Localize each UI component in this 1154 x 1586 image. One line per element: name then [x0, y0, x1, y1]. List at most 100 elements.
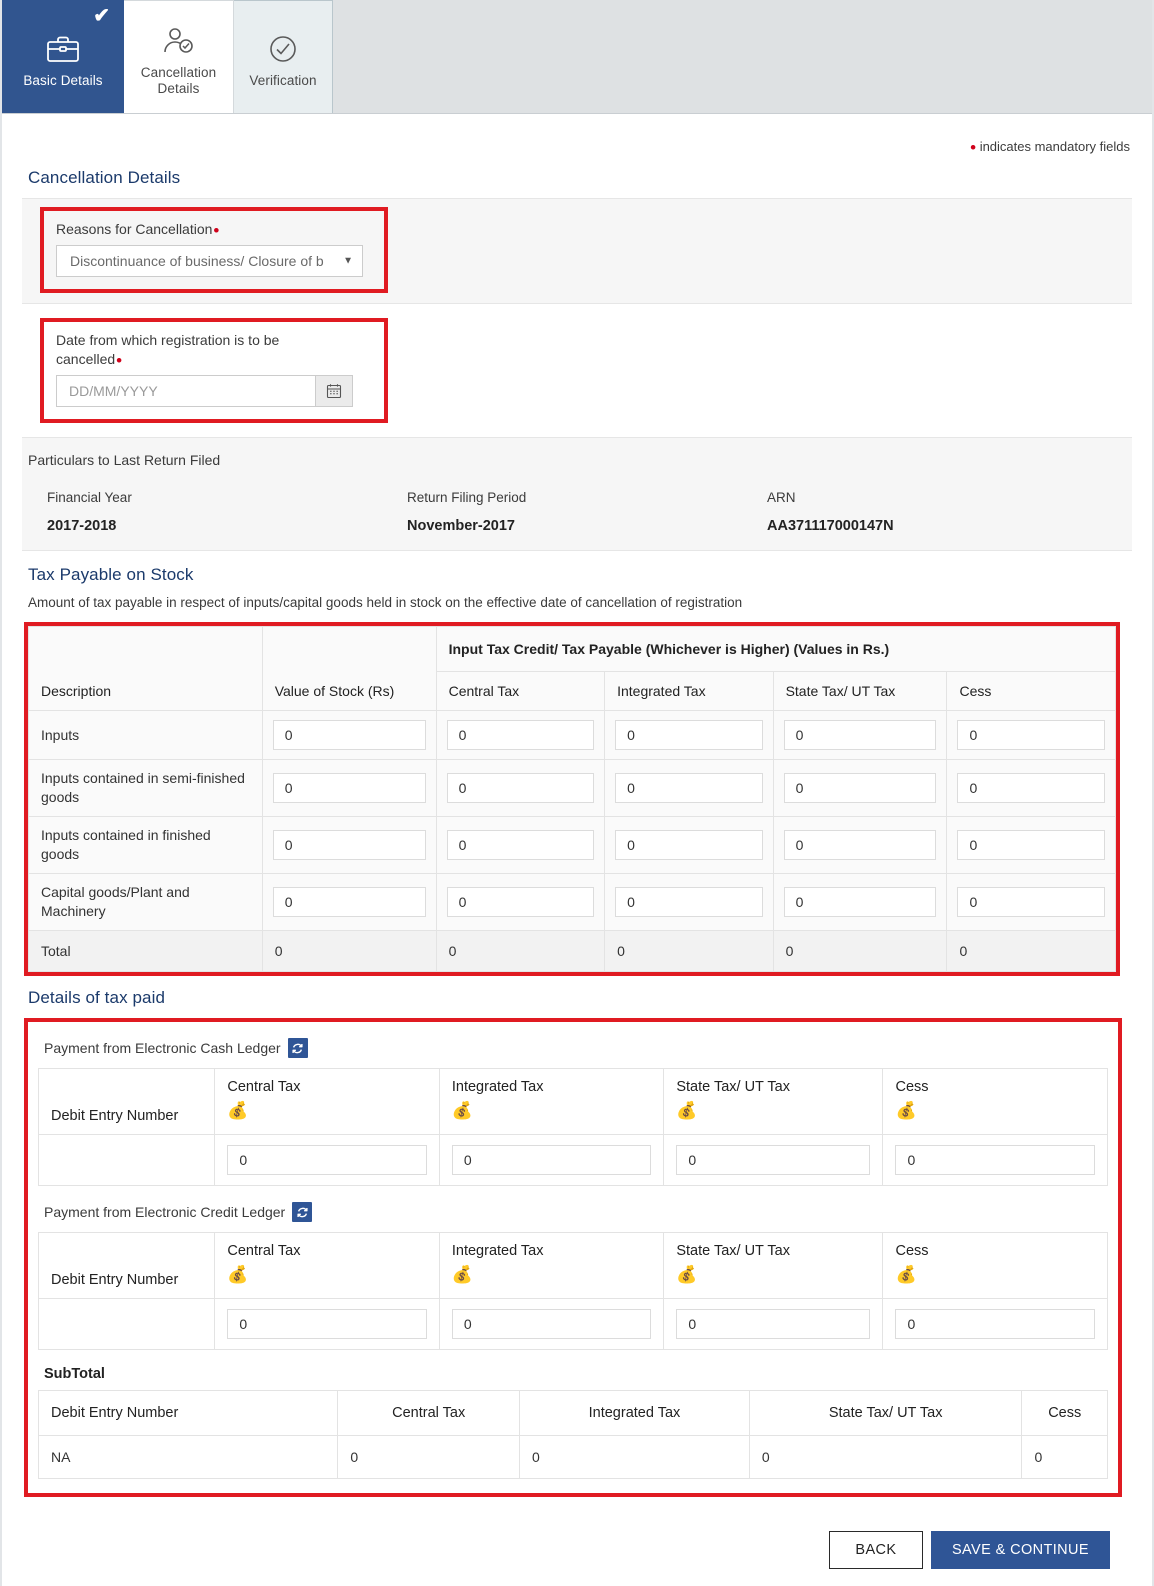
row-description: Inputs contained in finished goods — [28, 816, 263, 874]
form-actions: BACK SAVE & CONTINUE — [22, 1497, 1132, 1569]
col-central-tax-label: Central Tax — [227, 1079, 301, 1095]
state-tax-input[interactable] — [783, 720, 937, 750]
col-debit-entry-number: Debit Entry Number — [37, 1232, 216, 1299]
refresh-icon[interactable] — [292, 1202, 313, 1222]
cell-integrated-tax — [604, 710, 774, 760]
col-state-ut-tax-label: State Tax/ UT Tax — [676, 1079, 790, 1095]
cash-integrated-tax-input[interactable] — [451, 1145, 652, 1175]
state-tax-input[interactable] — [783, 773, 937, 803]
cell-central-tax — [435, 759, 606, 817]
cell-integrated-tax: 0 — [519, 1435, 750, 1479]
tab-basic-details[interactable]: ✔ Basic Details — [2, 0, 124, 113]
cell-value-of-stock — [261, 873, 437, 931]
credit-state-tax-input[interactable] — [676, 1309, 871, 1339]
cancel-date-label: Date from which registration is to be ca… — [56, 332, 280, 367]
particulars-grid: Financial Year 2017-2018 Return Filing P… — [22, 490, 1132, 534]
check-circle-icon — [267, 29, 299, 69]
integrated-tax-input[interactable] — [615, 773, 763, 803]
stock-value-input[interactable] — [272, 720, 426, 750]
integrated-tax-input[interactable] — [615, 720, 763, 750]
total-label: Total — [28, 930, 263, 972]
stock-value-input[interactable] — [272, 887, 426, 917]
col-state-ut-tax-label: State Tax/ UT Tax — [676, 1243, 790, 1259]
money-bag-icon: 💰 — [227, 1101, 249, 1120]
cancel-date-input[interactable] — [57, 376, 315, 406]
cell-value-of-stock — [261, 816, 437, 874]
particular-value: 2017-2018 — [47, 518, 117, 534]
credit-ledger-label: Payment from Electronic Credit Ledger — [44, 1204, 286, 1220]
cell-cess — [946, 710, 1116, 760]
save-and-continue-button[interactable]: SAVE & CONTINUE — [930, 1531, 1110, 1569]
col-central-tax: Central Tax 💰 — [214, 1068, 440, 1135]
tab-verification[interactable]: Verification — [234, 0, 333, 113]
central-tax-input[interactable] — [446, 830, 595, 860]
central-tax-input[interactable] — [446, 720, 595, 750]
cash-state-tax-input[interactable] — [676, 1145, 871, 1175]
money-bag-icon: 💰 — [451, 1101, 474, 1120]
col-cess: Cess 💰 — [882, 1068, 1108, 1135]
cash-central-tax-input[interactable] — [227, 1145, 427, 1175]
central-tax-input[interactable] — [446, 773, 595, 803]
cess-input[interactable] — [957, 887, 1105, 917]
reason-label: Reasons for Cancellation — [56, 221, 213, 237]
cess-input[interactable] — [957, 720, 1105, 750]
calendar-icon[interactable] — [315, 376, 352, 406]
cell-integrated-tax — [604, 816, 774, 874]
cell-value-of-stock — [261, 759, 437, 817]
particular-financial-year: Financial Year 2017-2018 — [47, 490, 407, 534]
table-header-row: Debit Entry Number Central Tax 💰 Integra… — [37, 1068, 1108, 1135]
stock-value-input[interactable] — [272, 830, 426, 860]
completed-check-icon: ✔ — [93, 5, 110, 27]
particular-label: Return Filing Period — [407, 490, 527, 505]
table-row: Inputs — [28, 710, 1116, 760]
cancel-date-field[interactable] — [56, 375, 353, 407]
col-state-ut-tax: State Tax/ UT Tax 💰 — [663, 1068, 884, 1135]
tax-payable-note: Amount of tax payable in respect of inpu… — [28, 595, 743, 610]
cell-cess: 0 — [1021, 1435, 1108, 1479]
cell-central-tax — [435, 816, 606, 874]
cell-debit-entry-number — [37, 1298, 216, 1350]
cell-state-ut-tax — [772, 873, 948, 931]
particular-label: ARN — [767, 490, 796, 505]
subtotal-table: Debit Entry Number Central Tax Integrate… — [37, 1390, 1108, 1479]
cell-state-ut-tax — [772, 816, 948, 874]
stock-value-input[interactable] — [272, 773, 426, 803]
subtotal-label: SubTotal — [44, 1366, 105, 1382]
table-row: NA 0 0 0 0 — [37, 1435, 1108, 1479]
total-central-tax: 0 — [435, 930, 606, 972]
cell-debit-entry-number: NA — [37, 1435, 339, 1479]
table-row — [37, 1298, 1108, 1350]
money-bag-icon: 💰 — [676, 1265, 698, 1284]
state-tax-input[interactable] — [783, 887, 937, 917]
tab-cancellation-details[interactable]: Cancellation Details — [124, 0, 234, 113]
cash-cess-input[interactable] — [895, 1145, 1095, 1175]
col-integrated-tax-label: Integrated Tax — [451, 1079, 544, 1095]
col-description: Description — [28, 626, 263, 711]
cash-ledger-label: Payment from Electronic Cash Ledger — [44, 1040, 281, 1056]
user-check-icon — [161, 21, 197, 61]
money-bag-icon: 💰 — [895, 1265, 917, 1284]
col-central-tax-label: Central Tax — [227, 1243, 301, 1259]
mandatory-fields-text: indicates mandatory fields — [979, 139, 1130, 154]
cess-input[interactable] — [957, 830, 1105, 860]
credit-integrated-tax-input[interactable] — [451, 1309, 652, 1339]
reason-select[interactable]: Discontinuance of business/ Closure of b… — [56, 245, 363, 277]
state-tax-input[interactable] — [783, 830, 937, 860]
money-bag-icon: 💰 — [451, 1265, 474, 1284]
refresh-icon[interactable] — [287, 1038, 308, 1058]
cess-input[interactable] — [957, 773, 1105, 803]
credit-central-tax-input[interactable] — [227, 1309, 427, 1339]
cell-state-ut-tax — [663, 1134, 884, 1186]
mandatory-fields-note: • indicates mandatory fields — [2, 114, 1152, 156]
central-tax-input[interactable] — [446, 887, 595, 917]
back-button[interactable]: BACK — [828, 1531, 923, 1569]
col-cess: Cess 💰 — [882, 1232, 1108, 1299]
integrated-tax-input[interactable] — [615, 887, 763, 917]
cancel-date-label-row: Date from which registration is to be ca… — [56, 331, 346, 369]
integrated-tax-input[interactable] — [615, 830, 763, 860]
particular-return-filing-period: Return Filing Period November-2017 — [407, 490, 767, 534]
cell-state-ut-tax — [772, 710, 948, 760]
particulars-panel: Particulars to Last Return Filed Financi… — [22, 437, 1132, 551]
cell-cess — [946, 816, 1116, 874]
credit-cess-input[interactable] — [895, 1309, 1095, 1339]
